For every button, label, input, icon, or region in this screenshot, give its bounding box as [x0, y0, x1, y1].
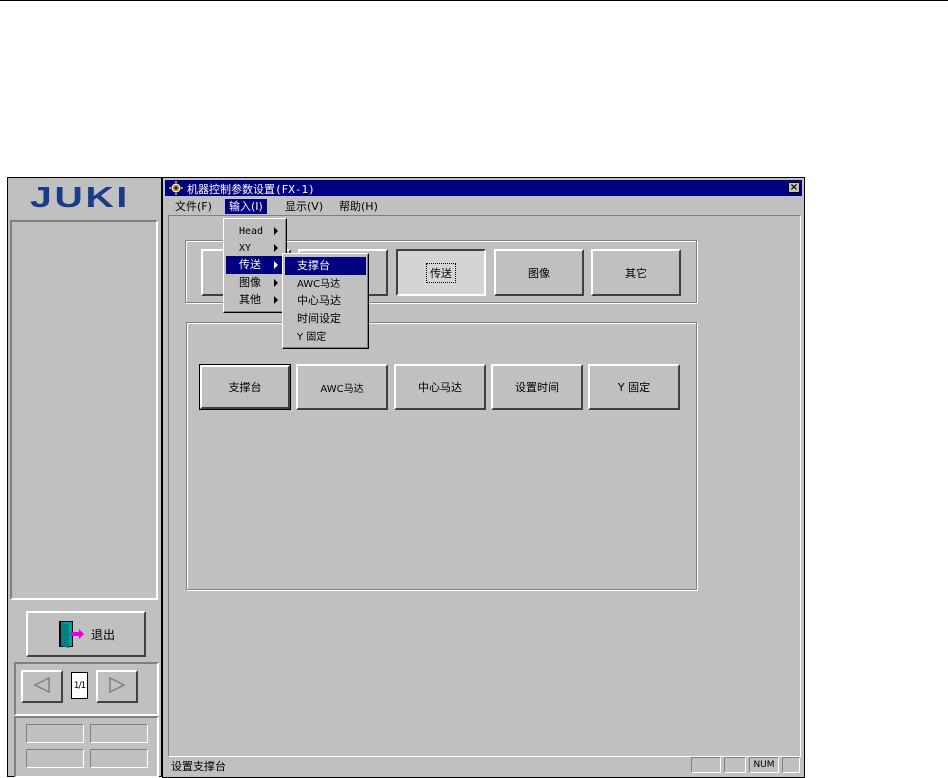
status-pane-2 [724, 757, 746, 773]
submenu-center-motor[interactable]: 中心马达 [285, 292, 366, 310]
logo-text: JUKI [30, 182, 131, 214]
transfer-submenu: 支撑台 AWC马达 中心马达 时间设定 Y 固定 [282, 253, 369, 349]
left-triangle-icon [33, 676, 51, 696]
center-motor-button[interactable]: 中心马达 [394, 364, 486, 410]
submenu-arrow-icon [274, 227, 278, 235]
menu-item-xy[interactable]: XY [226, 239, 284, 257]
submenu-arrow-icon [274, 244, 278, 252]
app-gear-icon [169, 181, 183, 198]
submenu-y-fixed[interactable]: Y 固定 [285, 328, 366, 346]
submenu-arrow-icon [274, 296, 278, 304]
submenu-awc-motor[interactable]: AWC马达 [285, 275, 366, 293]
bottom-left-area [14, 716, 159, 778]
menu-bar: 文件(F) 输入(I) 显示(V) 帮助(H) [165, 197, 802, 215]
image-category-button[interactable]: 图像 [494, 249, 584, 296]
page-indicator: 1/1 [71, 672, 88, 699]
status-pane-4 [782, 757, 800, 773]
other-category-button[interactable]: 其它 [591, 249, 681, 296]
page-nav-area: 1/1 [14, 662, 159, 716]
set-time-button[interactable]: 设置时间 [491, 364, 583, 410]
y-fixed-button[interactable]: Y 固定 [588, 364, 680, 410]
menu-item-image[interactable]: 图像 [226, 274, 284, 292]
submenu-arrow-icon [274, 261, 278, 269]
right-triangle-icon [108, 676, 126, 696]
support-table-button[interactable]: 支撑台 [199, 364, 291, 410]
status-pane-1 [691, 757, 721, 773]
input-menu: Head XY 传送 图像 其他 [223, 218, 287, 313]
prev-page-button[interactable] [21, 670, 63, 703]
next-page-button[interactable] [96, 670, 138, 703]
exit-label: 退出 [90, 627, 115, 642]
submenu-support-table[interactable]: 支撑台 [285, 257, 366, 275]
close-button[interactable]: × [788, 182, 800, 193]
top-border-line [0, 0, 948, 1]
exit-button[interactable]: 退出 [26, 611, 146, 657]
menu-help[interactable]: 帮助(H) [335, 199, 382, 214]
left-panel: JUKI 退出 1/1 [7, 177, 162, 778]
menu-item-other[interactable]: 其他 [226, 291, 284, 309]
info-cell-2 [90, 724, 148, 743]
submenu-arrow-icon [274, 279, 278, 287]
status-bar: 设置支撑台 NUM [165, 756, 802, 775]
menu-file[interactable]: 文件(F) [171, 199, 216, 214]
menu-input[interactable]: 输入(I) [225, 199, 267, 214]
menu-item-head[interactable]: Head [226, 222, 284, 240]
status-num: NUM [749, 757, 779, 773]
window-title: 机器控制参数设置(FX-1) [187, 183, 315, 196]
transfer-group [186, 322, 697, 590]
status-text: 设置支撑台 [171, 760, 226, 773]
juki-logo: JUKI [8, 178, 161, 220]
info-cell-1 [26, 724, 84, 743]
menu-item-transfer[interactable]: 传送 [226, 256, 284, 274]
info-cell-3 [26, 749, 84, 768]
awc-motor-button[interactable]: AWC马达 [296, 364, 388, 410]
transfer-category-button[interactable]: 传送 [396, 249, 486, 296]
info-cell-4 [90, 749, 148, 768]
left-panel-area [10, 220, 158, 600]
title-bar[interactable]: 机器控制参数设置(FX-1) × [165, 180, 802, 196]
exit-door-icon [57, 619, 85, 649]
menu-view[interactable]: 显示(V) [281, 199, 327, 214]
submenu-time-setting[interactable]: 时间设定 [285, 310, 366, 328]
